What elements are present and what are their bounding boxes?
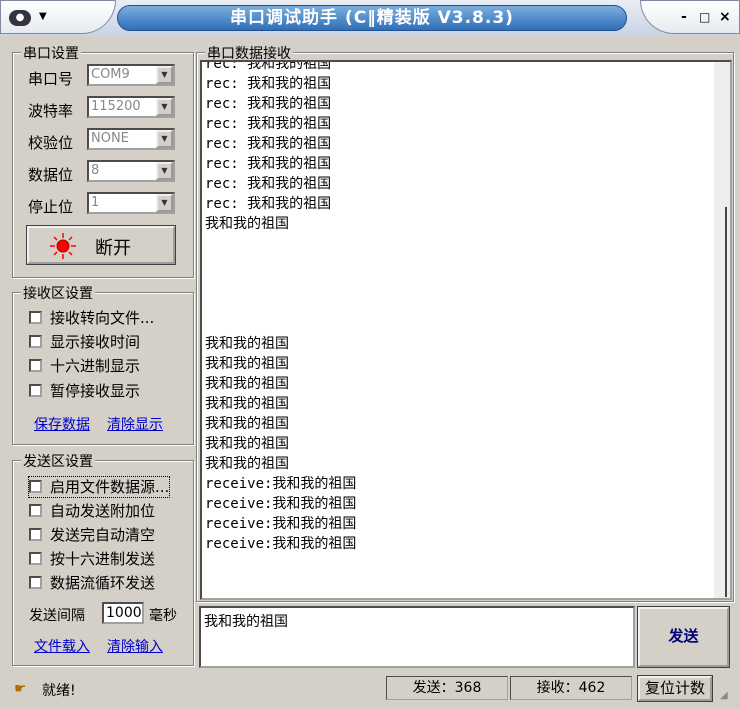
recv-line: 我和我的祖国 — [205, 356, 289, 372]
file-source-checkbox[interactable]: 启用文件数据源... — [27, 476, 171, 498]
interval-input[interactable]: 1000 — [102, 602, 144, 624]
port-settings-legend: 串口设置 — [21, 43, 81, 63]
recv-to-file-checkbox[interactable]: 接收转向文件... — [29, 308, 154, 328]
window-title: 串口调试助手 (C‖精装版 V3.8.3) — [117, 5, 627, 31]
databits-label: 数据位 — [28, 166, 74, 184]
maximize-button[interactable]: □ — [699, 10, 710, 24]
hex-display-checkbox[interactable]: 十六进制显示 — [29, 356, 140, 376]
recv-line: receive:我和我的祖国 — [205, 536, 357, 552]
baud-label: 波特率 — [28, 102, 74, 120]
send-input[interactable]: 我和我的祖国 — [199, 606, 635, 668]
baud-select[interactable]: 115200 ▼ — [87, 96, 175, 118]
auto-append-checkbox[interactable]: 自动发送附加位 — [29, 501, 155, 521]
receive-scrollbar[interactable] — [714, 62, 730, 598]
minimize-button[interactable]: - — [681, 9, 687, 25]
received-count: 接收：462 — [510, 676, 632, 700]
stopbits-select[interactable]: 1 ▼ — [87, 192, 175, 214]
recv-line: 我和我的祖国 — [205, 416, 289, 432]
recv-line: 我和我的祖国 — [205, 376, 289, 392]
recv-line: 我和我的祖国 — [205, 216, 289, 232]
sent-count: 发送：368 — [386, 676, 508, 700]
clear-input-link[interactable]: 清除输入 — [107, 636, 163, 656]
stopbits-label: 停止位 — [28, 198, 74, 216]
recv-line: receive:我和我的祖国 — [205, 476, 357, 492]
recv-line: rec: 我和我的祖国 — [205, 136, 332, 152]
receive-textarea[interactable]: rec: 我和我的祖国 rec: 我和我的祖国 rec: 我和我的祖国 rec:… — [200, 60, 732, 600]
show-recv-time-checkbox[interactable]: 显示接收时间 — [29, 332, 140, 352]
hex-send-checkbox[interactable]: 按十六进制发送 — [29, 549, 155, 569]
recv-line: 我和我的祖国 — [205, 396, 289, 412]
window-controls: - □ × — [640, 0, 740, 34]
reset-count-button[interactable]: 复位计数 — [637, 675, 713, 702]
send-settings-legend: 发送区设置 — [21, 451, 95, 471]
disconnect-label: 断开 — [95, 238, 131, 259]
chevron-down-icon[interactable]: ▼ — [156, 98, 173, 116]
recv-line: rec: 我和我的祖国 — [205, 116, 332, 132]
chevron-down-icon[interactable]: ▼ — [156, 162, 173, 180]
load-file-link[interactable]: 文件载入 — [34, 636, 90, 656]
parity-select[interactable]: NONE ▼ — [87, 128, 175, 150]
system-menu[interactable]: ● ▼ — [0, 0, 116, 34]
recv-settings-legend: 接收区设置 — [21, 283, 95, 303]
recv-line: rec: 我和我的祖国 — [205, 60, 332, 72]
port-label: 串口号 — [28, 70, 74, 88]
close-button[interactable]: × — [719, 9, 731, 25]
parity-label: 校验位 — [28, 134, 74, 152]
interval-unit: 毫秒 — [149, 608, 177, 624]
databits-select[interactable]: 8 ▼ — [87, 160, 175, 182]
chevron-down-icon[interactable]: ▼ — [156, 66, 173, 84]
status-led-icon — [50, 233, 76, 259]
recv-line: receive:我和我的祖国 — [205, 496, 357, 512]
clear-display-link[interactable]: 清除显示 — [107, 414, 163, 434]
auto-clear-checkbox[interactable]: 发送完自动清空 — [29, 525, 155, 545]
chevron-down-icon[interactable]: ▼ — [156, 130, 173, 148]
status-bar: ☛ 就绪! 发送：368 接收：462 复位计数 ◢ — [0, 672, 740, 709]
save-data-link[interactable]: 保存数据 — [34, 414, 90, 434]
recv-line: 我和我的祖国 — [205, 436, 289, 452]
chevron-down-icon: ▼ — [39, 11, 47, 22]
loop-send-checkbox[interactable]: 数据流循环发送 — [29, 573, 155, 593]
recv-line: receive:我和我的祖国 — [205, 516, 357, 532]
recv-line: rec: 我和我的祖国 — [205, 76, 332, 92]
resize-grip-icon[interactable]: ◢ — [720, 690, 728, 701]
recv-line: rec: 我和我的祖国 — [205, 96, 332, 112]
recv-line: rec: 我和我的祖国 — [205, 176, 332, 192]
status-ready: 就绪! — [42, 683, 76, 699]
disconnect-button[interactable]: 断开 — [26, 225, 176, 265]
port-select[interactable]: COM9 ▼ — [87, 64, 175, 86]
recv-line: rec: 我和我的祖国 — [205, 196, 332, 212]
title-bar: ● ▼ 串口调试助手 (C‖精装版 V3.8.3) - □ × — [0, 0, 740, 36]
recv-line: 我和我的祖国 — [205, 456, 289, 472]
recv-line: rec: 我和我的祖国 — [205, 156, 332, 172]
app-icon: ● — [9, 10, 31, 26]
send-button[interactable]: 发送 — [637, 606, 730, 668]
interval-label: 发送间隔 — [29, 608, 85, 624]
scrollbar-thumb[interactable] — [725, 207, 727, 597]
hand-pointer-icon: ☛ — [14, 681, 27, 697]
pause-display-checkbox[interactable]: 暂停接收显示 — [29, 381, 140, 401]
chevron-down-icon[interactable]: ▼ — [156, 194, 173, 212]
recv-line: 我和我的祖国 — [205, 336, 289, 352]
